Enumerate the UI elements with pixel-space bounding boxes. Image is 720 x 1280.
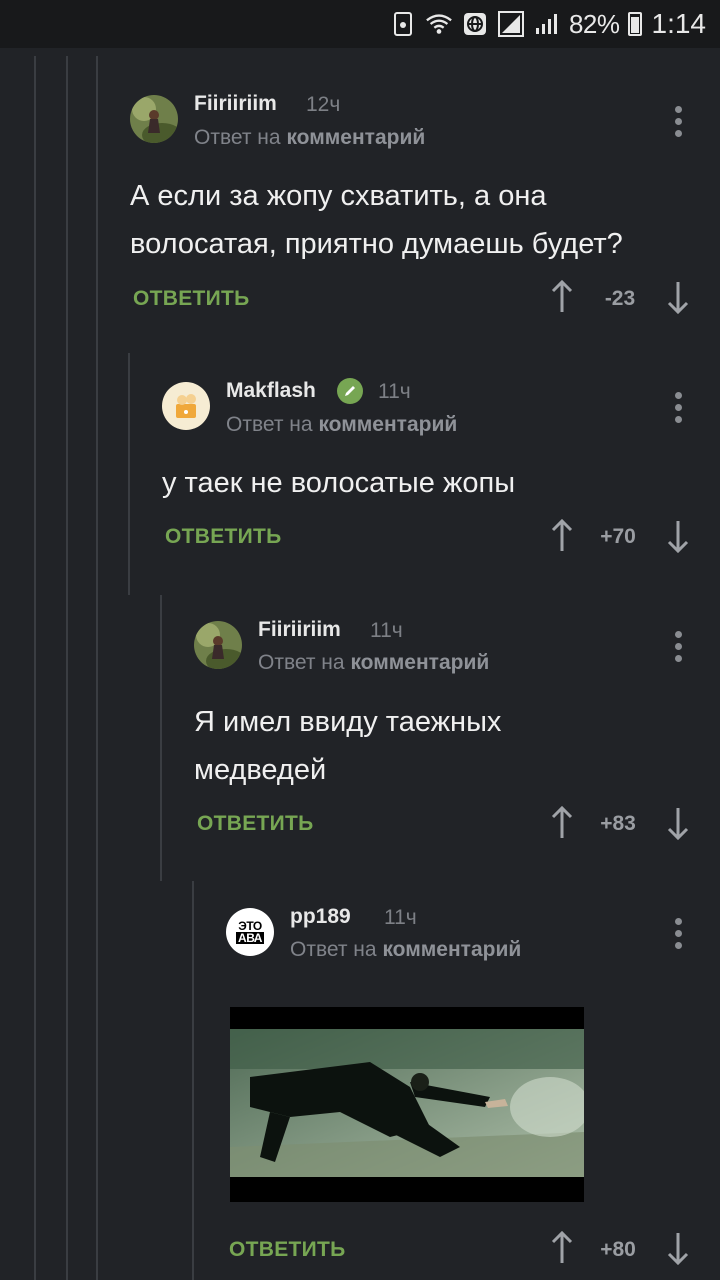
comment: Makflash 11ч Ответ на комментарий у таек… <box>128 353 720 595</box>
reply-button[interactable]: ОТВЕТИТЬ <box>229 1238 346 1262</box>
comment-username[interactable]: Makflash <box>226 379 316 403</box>
reply-to-link[interactable]: Ответ на комментарий <box>258 651 489 675</box>
comment-username[interactable]: pp189 <box>290 905 351 929</box>
avatar[interactable]: ЭТО АВА <box>226 908 274 956</box>
comment-text-line: Я имел ввиду таежных <box>194 706 502 738</box>
comment-score: +80 <box>600 1238 636 1261</box>
comment-time: 11ч <box>370 619 403 642</box>
reply-to-prefix: Ответ на <box>258 651 345 674</box>
reply-to-target[interactable]: комментарий <box>350 651 489 674</box>
avatar[interactable] <box>194 621 242 669</box>
thread-line <box>192 881 194 1280</box>
reply-to-target[interactable]: комментарий <box>286 126 425 149</box>
reply-button[interactable]: ОТВЕТИТЬ <box>197 812 314 836</box>
wifi-icon <box>425 10 453 38</box>
arrow-down-icon[interactable] <box>666 519 690 553</box>
comment-menu-icon[interactable] <box>673 106 683 140</box>
comment-text-line: А если за жопу схватить, а она <box>130 180 547 212</box>
reply-to-link[interactable]: Ответ на комментарий <box>194 126 425 150</box>
comment: ЭТО АВА pp189 11ч Ответ на комментарий О… <box>192 881 720 1280</box>
screenshot-notification-icon <box>389 10 417 38</box>
comment-score: +83 <box>600 812 636 835</box>
comment-menu-icon[interactable] <box>673 918 683 952</box>
battery-icon <box>627 12 642 36</box>
reply-to-prefix: Ответ на <box>194 126 281 149</box>
reply-button[interactable]: ОТВЕТИТЬ <box>165 525 282 549</box>
arrow-up-icon[interactable] <box>550 280 574 314</box>
reply-to-link[interactable]: Ответ на комментарий <box>226 413 457 437</box>
reply-to-prefix: Ответ на <box>290 938 377 961</box>
comment-username[interactable]: Fiiriiriim <box>258 618 341 642</box>
comment-time: 12ч <box>306 93 341 116</box>
comment-menu-icon[interactable] <box>673 392 683 426</box>
reply-to-target[interactable]: комментарий <box>318 413 457 436</box>
comment-score: +70 <box>600 525 636 548</box>
comment: Fiiriiriim 11ч Ответ на комментарий Я им… <box>160 595 720 881</box>
comment-text-line: медведей <box>194 754 327 786</box>
comment-username[interactable]: Fiiriiriim <box>194 92 277 116</box>
arrow-up-icon[interactable] <box>550 806 574 840</box>
cellular-signal-icon <box>533 10 561 38</box>
thread-line <box>128 353 130 595</box>
thread-line <box>160 595 162 881</box>
comment-time: 11ч <box>378 380 411 403</box>
status-bar: 82% 1:14 <box>0 0 720 48</box>
reply-button[interactable]: ОТВЕТИТЬ <box>133 287 250 311</box>
signal-box-icon <box>497 10 525 38</box>
matrix-scene-image <box>230 1029 584 1177</box>
avatar[interactable] <box>130 95 178 143</box>
reply-to-link[interactable]: Ответ на комментарий <box>290 938 521 962</box>
reply-to-target[interactable]: комментарий <box>382 938 521 961</box>
pencil-icon <box>337 378 363 404</box>
comment-score: -23 <box>604 287 636 310</box>
arrow-up-icon[interactable] <box>550 1231 574 1265</box>
comment-image[interactable] <box>230 1007 584 1202</box>
battery-percent: 82% <box>568 8 620 39</box>
avatar-text: АВА <box>236 931 264 945</box>
clock: 1:14 <box>651 8 707 39</box>
arrow-up-icon[interactable] <box>550 519 574 553</box>
comment-time: 11ч <box>384 906 417 929</box>
arrow-down-icon[interactable] <box>666 1231 690 1265</box>
comment-menu-icon[interactable] <box>673 631 683 665</box>
vpn-globe-icon <box>461 10 489 38</box>
avatar[interactable] <box>162 382 210 430</box>
arrow-down-icon[interactable] <box>666 806 690 840</box>
arrow-down-icon[interactable] <box>666 280 690 314</box>
comment-text-line: у таек не волосатые жопы <box>162 467 516 499</box>
comment-text-line: волосатая, приятно думаешь будет? <box>130 228 623 260</box>
reply-to-prefix: Ответ на <box>226 413 313 436</box>
comment: Fiiriiriim 12ч Ответ на комментарий А ес… <box>0 48 720 353</box>
